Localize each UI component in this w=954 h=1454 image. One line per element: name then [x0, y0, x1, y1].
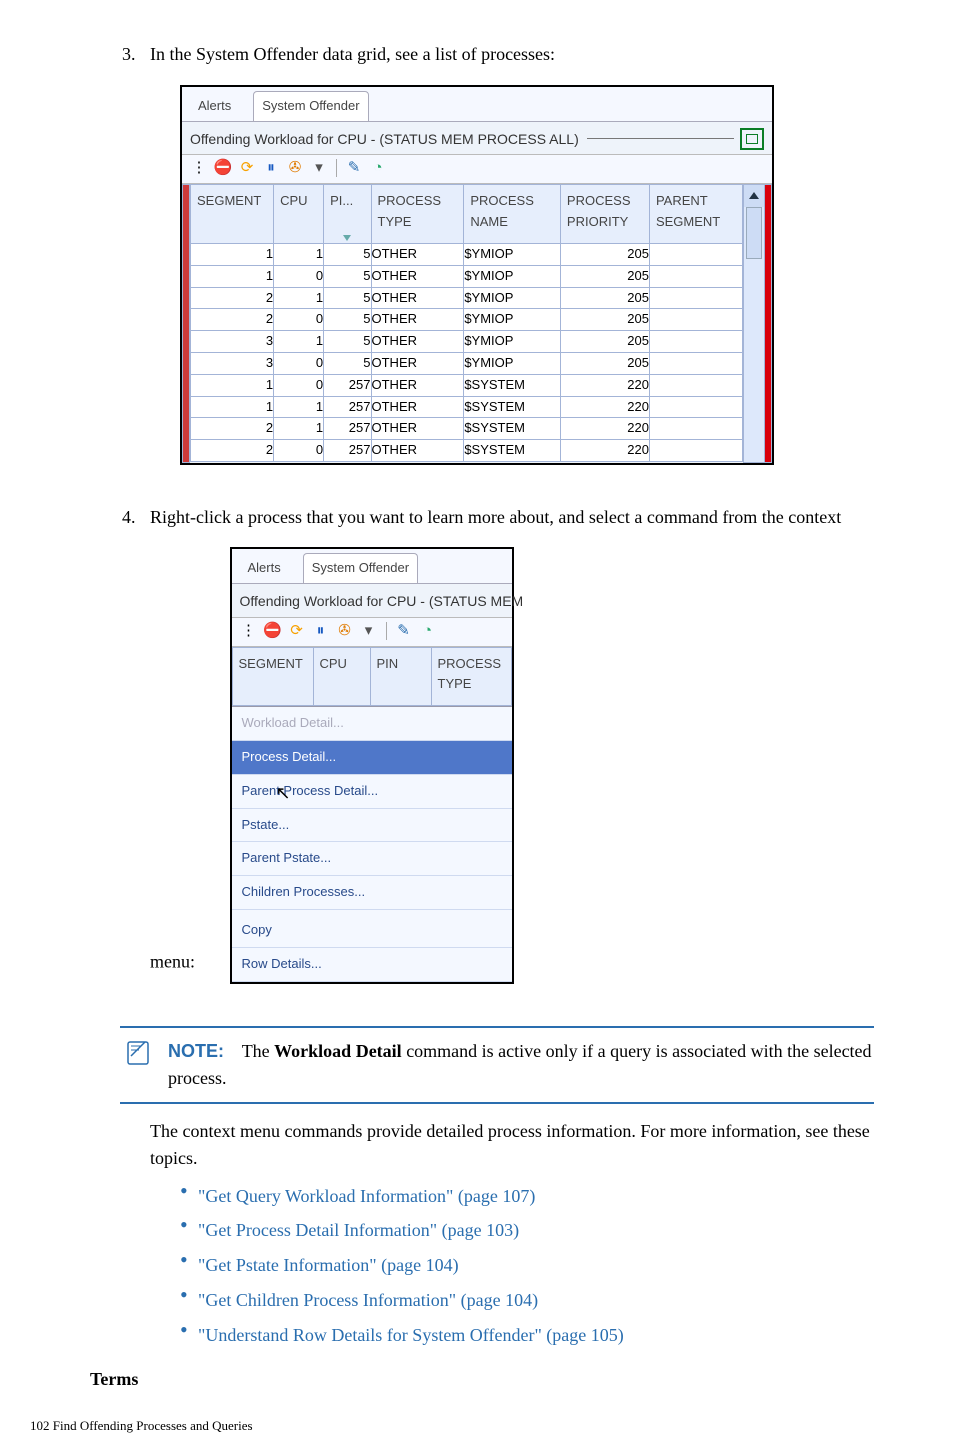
- menu-item[interactable]: Parent Process Detail...: [232, 775, 512, 809]
- menu-item: Workload Detail...: [232, 707, 512, 741]
- col-segment[interactable]: SEGMENT: [191, 185, 274, 244]
- tab-bar-2: Alerts System Offender: [232, 549, 512, 584]
- menu-item[interactable]: Pstate...: [232, 809, 512, 843]
- toolbar: ⋮ ⛔ ⟳ ⏸ ✇ ▾ ✎ ◔: [182, 154, 772, 184]
- step-3: In the System Offender data grid, see a …: [140, 40, 874, 483]
- scroll-thumb[interactable]: [746, 207, 762, 259]
- scroll-up-button[interactable]: [744, 185, 764, 207]
- context-menu: Workload Detail...Process Detail...Paren…: [232, 706, 512, 981]
- figure-context-menu: Alerts System Offender Offending Workloa…: [230, 547, 514, 983]
- pause-icon[interactable]: ⏸: [312, 622, 330, 640]
- table-row[interactable]: 215OTHER$YMIOP205: [191, 287, 743, 309]
- after-note-text: The context menu commands provide detail…: [150, 1118, 874, 1172]
- topic-link-item: "Get Pstate Information" (page 104): [180, 1251, 874, 1280]
- menu-item[interactable]: Row Details...: [232, 948, 512, 982]
- col-segment-2[interactable]: SEGMENT: [232, 647, 313, 706]
- col-parent-segment[interactable]: PARENT SEGMENT: [649, 185, 742, 244]
- stop-icon[interactable]: ⛔: [264, 622, 282, 640]
- gear-icon[interactable]: ✇: [286, 159, 304, 177]
- data-grid[interactable]: SEGMENT CPU PI... PROCESS TYPE PROCESS: [190, 184, 743, 462]
- terms-heading: Terms: [90, 1369, 874, 1390]
- col-pin[interactable]: PI...: [324, 185, 371, 244]
- tab-alerts-2[interactable]: Alerts: [240, 554, 289, 583]
- step-3-text: In the System Offender data grid, see a …: [150, 44, 555, 64]
- note-block: NOTE: The Workload Detail command is act…: [120, 1026, 874, 1104]
- table-row[interactable]: 10257OTHER$SYSTEM220: [191, 374, 743, 396]
- menu-item[interactable]: Children Processes...: [232, 876, 512, 910]
- topic-link[interactable]: "Get Pstate Information" (page 104): [198, 1255, 459, 1275]
- panel-title-2: Offending Workload for CPU - (STATUS MEM: [240, 590, 524, 612]
- edit-icon[interactable]: ✎: [395, 622, 413, 640]
- topic-link[interactable]: "Get Process Detail Information" (page 1…: [198, 1220, 519, 1240]
- dropdown-icon[interactable]: ▾: [360, 622, 378, 640]
- refresh-icon[interactable]: ⟳: [288, 622, 306, 640]
- col-cpu[interactable]: CPU: [274, 185, 324, 244]
- topic-link[interactable]: "Understand Row Details for System Offen…: [198, 1325, 624, 1345]
- menu-item[interactable]: Parent Pstate...: [232, 842, 512, 876]
- scrollbar[interactable]: [744, 184, 765, 462]
- drag-handle-icon: ⋮: [240, 622, 258, 640]
- panel-title: Offending Workload for CPU - (STATUS MEM…: [190, 128, 579, 150]
- table-row[interactable]: 205OTHER$YMIOP205: [191, 309, 743, 331]
- dropdown-icon[interactable]: ▾: [310, 159, 328, 177]
- gear-icon[interactable]: ✇: [336, 622, 354, 640]
- table-row[interactable]: 305OTHER$YMIOP205: [191, 353, 743, 375]
- note-label: NOTE:: [168, 1041, 224, 1061]
- page-footer: 102 Find Offending Processes and Queries: [30, 1418, 874, 1434]
- clock-icon[interactable]: ◔: [419, 622, 437, 640]
- table-row[interactable]: 20257OTHER$SYSTEM220: [191, 440, 743, 462]
- drag-handle-icon: ⋮: [190, 159, 208, 177]
- col-cpu-2[interactable]: CPU: [313, 647, 370, 706]
- topic-link-item: "Get Process Detail Information" (page 1…: [180, 1216, 874, 1245]
- col-pin-2[interactable]: PIN: [370, 647, 431, 706]
- table-row[interactable]: 115OTHER$YMIOP205: [191, 244, 743, 266]
- topic-link-item: "Get Children Process Information" (page…: [180, 1286, 874, 1315]
- topic-link-item: "Get Query Workload Information" (page 1…: [180, 1182, 874, 1211]
- col-process-type-2[interactable]: PROCESS TYPE: [431, 647, 511, 706]
- menu-item[interactable]: Process Detail...: [232, 741, 512, 775]
- col-process-priority[interactable]: PROCESS PRIORITY: [560, 185, 649, 244]
- col-process-name[interactable]: PROCESS NAME: [464, 185, 561, 244]
- grid-frame: SEGMENT CPU PI... PROCESS TYPE PROCESS: [182, 184, 772, 463]
- topic-link-item: "Understand Row Details for System Offen…: [180, 1321, 874, 1350]
- edit-icon[interactable]: ✎: [345, 159, 363, 177]
- tab-bar: Alerts System Offender: [182, 87, 772, 122]
- table-row[interactable]: 21257OTHER$SYSTEM220: [191, 418, 743, 440]
- table-row[interactable]: 11257OTHER$SYSTEM220: [191, 396, 743, 418]
- tab-alerts[interactable]: Alerts: [190, 92, 239, 121]
- refresh-icon[interactable]: ⟳: [238, 159, 256, 177]
- sort-indicator-icon: [343, 235, 351, 241]
- table-row[interactable]: 105OTHER$YMIOP205: [191, 265, 743, 287]
- step-4: Right-click a process that you want to l…: [140, 503, 874, 1350]
- toolbar-2: ⋮ ⛔ ⟳ ⏸ ✇ ▾ ✎ ◔: [232, 617, 512, 647]
- tab-system-offender[interactable]: System Offender: [253, 91, 368, 121]
- note-bold: Workload Detail: [274, 1041, 402, 1061]
- maximize-button[interactable]: [740, 128, 764, 150]
- topic-links: "Get Query Workload Information" (page 1…: [180, 1182, 874, 1350]
- col-process-type[interactable]: PROCESS TYPE: [371, 185, 464, 244]
- table-row[interactable]: 315OTHER$YMIOP205: [191, 331, 743, 353]
- stop-icon[interactable]: ⛔: [214, 159, 232, 177]
- menu-item[interactable]: Copy: [232, 914, 512, 948]
- clock-icon[interactable]: ◔: [369, 159, 387, 177]
- note-icon: [120, 1038, 156, 1092]
- topic-link[interactable]: "Get Query Workload Information" (page 1…: [198, 1186, 535, 1206]
- topic-link[interactable]: "Get Children Process Information" (page…: [198, 1290, 538, 1310]
- tab-system-offender-2[interactable]: System Offender: [303, 553, 418, 583]
- figure-grid: Alerts System Offender Offending Workloa…: [180, 85, 774, 465]
- pause-icon[interactable]: ⏸: [262, 159, 280, 177]
